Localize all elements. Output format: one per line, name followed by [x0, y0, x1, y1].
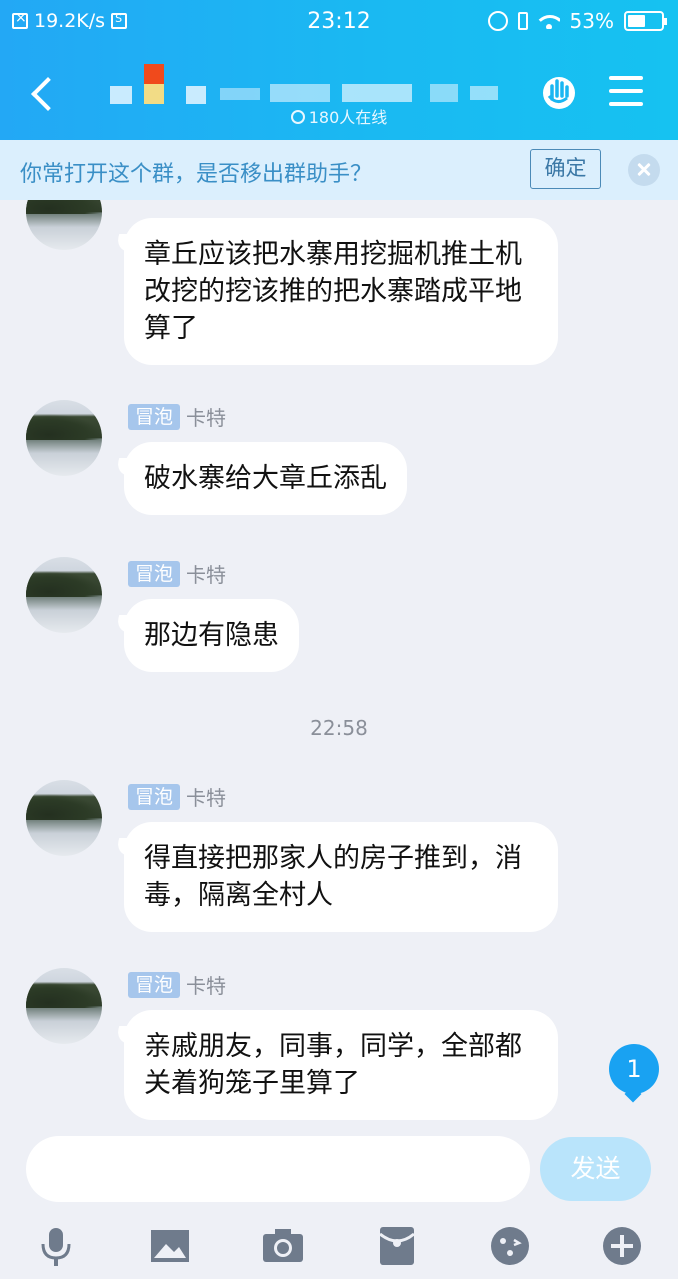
red-packet-icon[interactable] — [375, 1224, 419, 1268]
emoji-icon[interactable] — [488, 1224, 532, 1268]
sender-nickname[interactable]: 卡特 — [186, 782, 226, 811]
camera-icon[interactable] — [261, 1224, 305, 1268]
send-button[interactable]: 发送 — [540, 1137, 651, 1201]
chat-timestamp: 22:58 — [310, 716, 368, 740]
member-badge: 冒泡 — [128, 403, 181, 430]
alarm-icon — [487, 11, 508, 31]
notice-text: 你常打开这个群，是否移出群助手？ — [20, 162, 373, 187]
wifi-icon — [537, 13, 560, 29]
plus-icon[interactable] — [600, 1224, 644, 1268]
chat-list[interactable]: 章丘应该把水寨用挖掘机推土机改挖的挖该推的把水寨踏成平地算了 冒泡 卡特 破水寨… — [0, 200, 678, 1130]
message-bubble[interactable]: 亲戚朋友，同事，同学，全部都关着狗笼子里算了 — [124, 1010, 558, 1120]
sender-nickname[interactable]: 卡特 — [186, 559, 226, 588]
avatar[interactable] — [26, 780, 102, 856]
microphone-icon[interactable] — [34, 1224, 78, 1268]
online-status-icon — [290, 110, 305, 124]
message-bubble[interactable]: 章丘应该把水寨用挖掘机推土机改挖的挖该推的把水寨踏成平地算了 — [124, 218, 558, 365]
online-count: 180人在线 — [308, 108, 388, 127]
member-badge: 冒泡 — [128, 783, 181, 810]
battery-icon — [624, 11, 667, 31]
message-bubble[interactable]: 得直接把那家人的房子推到，消毒，隔离全村人 — [124, 822, 558, 932]
input-toolbar — [0, 1216, 678, 1276]
group-title-obscured[interactable] — [110, 64, 510, 104]
message-bubble[interactable]: 破水寨给大章丘添乱 — [124, 442, 407, 515]
hand-gesture-icon[interactable] — [540, 72, 578, 110]
confirm-button[interactable]: 确定 — [530, 149, 601, 189]
notice-bar: 你常打开这个群，是否移出群助手？ 确定 — [0, 140, 678, 200]
sender-nickname[interactable]: 卡特 — [186, 970, 226, 999]
member-badge: 冒泡 — [128, 971, 181, 998]
input-area: 发送 — [0, 1130, 678, 1279]
chat-navbar: 180人在线 — [0, 48, 678, 140]
menu-icon[interactable] — [609, 76, 643, 106]
unread-count-badge[interactable]: 1 — [609, 1044, 659, 1094]
avatar[interactable] — [26, 400, 102, 476]
member-badge: 冒泡 — [128, 560, 181, 587]
close-icon[interactable] — [628, 154, 660, 186]
header: 19.2K/s 23:12 53% 180人在线 — [0, 0, 678, 140]
avatar[interactable] — [26, 968, 102, 1044]
sender-nickname[interactable]: 卡特 — [186, 402, 226, 431]
avatar[interactable] — [26, 557, 102, 633]
message-input[interactable] — [26, 1136, 530, 1202]
message-bubble[interactable]: 那边有隐患 — [124, 599, 299, 672]
status-bar: 19.2K/s 23:12 53% — [0, 0, 678, 48]
battery-percent: 53% — [569, 9, 614, 33]
vibrate-icon — [517, 12, 528, 30]
avatar[interactable] — [26, 200, 102, 250]
image-icon[interactable] — [148, 1224, 192, 1268]
